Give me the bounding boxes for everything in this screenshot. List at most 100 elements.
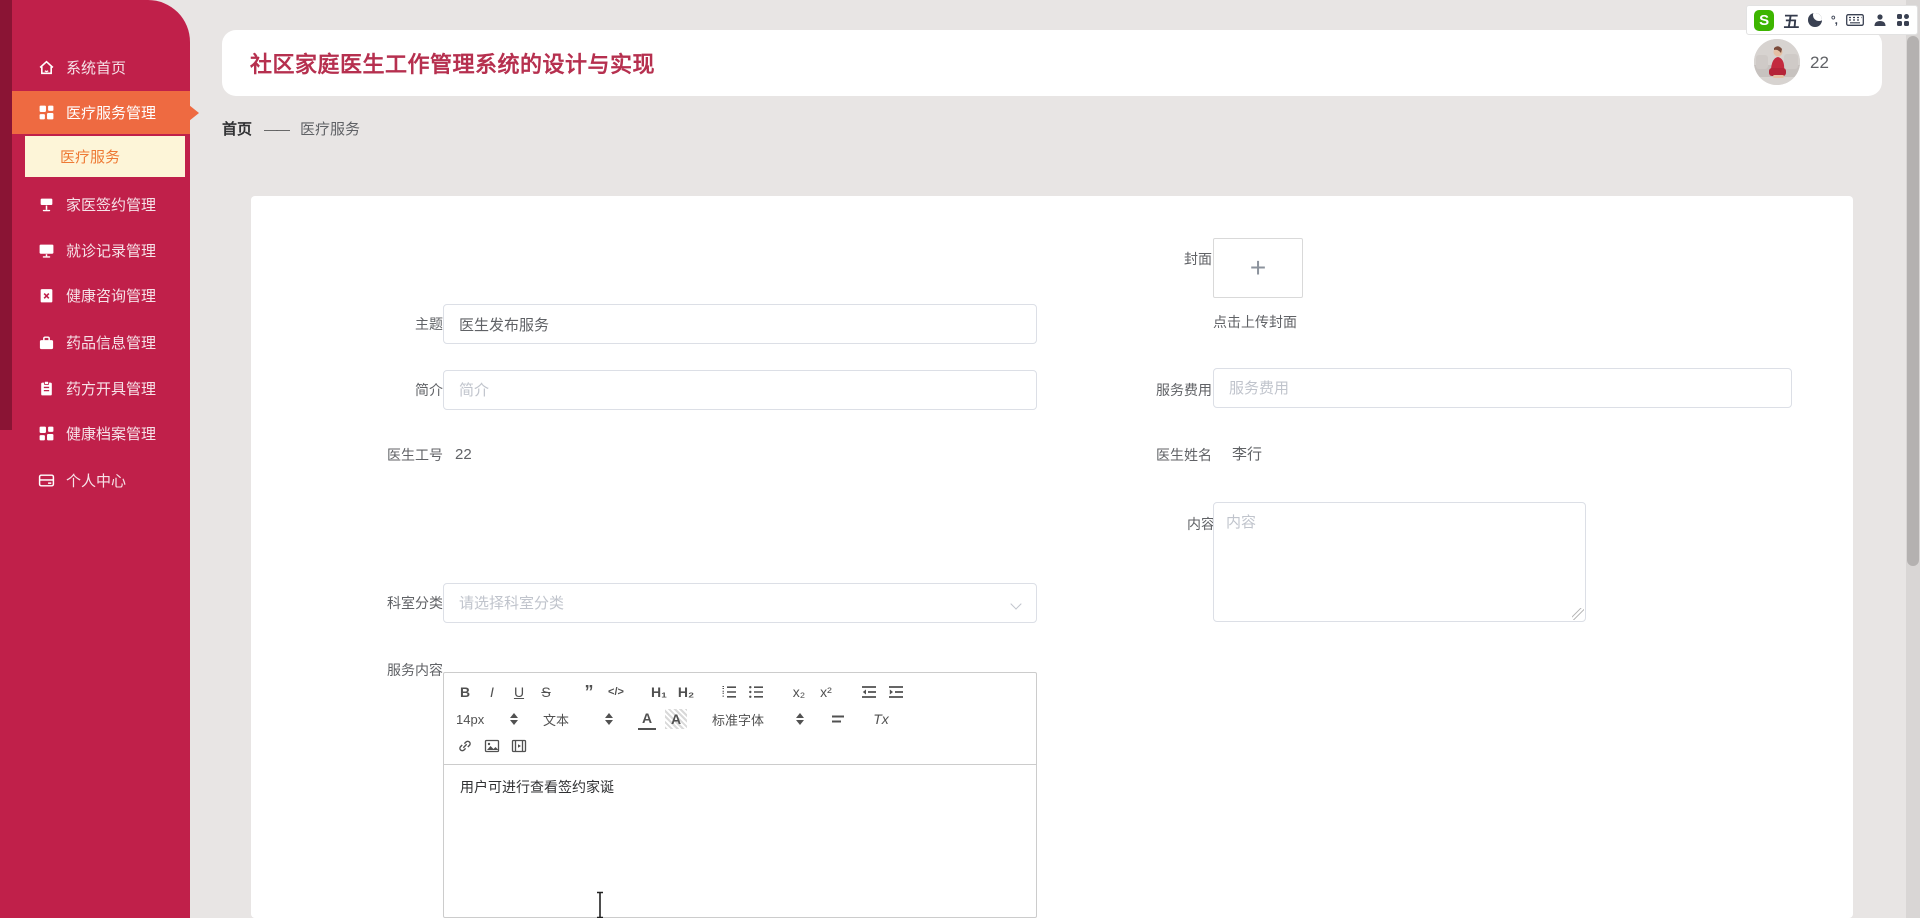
ime-logo-icon[interactable]: S — [1754, 9, 1775, 31]
plus-icon: + — [1249, 252, 1267, 283]
sidebar-item-label: 就诊记录管理 — [66, 242, 157, 260]
video-icon[interactable] — [510, 736, 528, 756]
content-label: 内容 — [1187, 516, 1215, 532]
ime-toolbar: S 五 °, — [1746, 5, 1918, 35]
code-block-button[interactable]: </> — [607, 682, 625, 702]
header: 社区家庭医生工作管理系统的设计与实现 22 — [222, 30, 1882, 96]
scrollbar-thumb[interactable] — [1907, 36, 1919, 566]
sidebar: 系统首页 医疗服务管理 医疗服务 家医签约管理 就诊记录管理 健康咨询管理 药品… — [0, 0, 199, 918]
keyboard-icon[interactable] — [1846, 14, 1864, 26]
doctor-name-value: 李行 — [1232, 446, 1263, 463]
font-family-dropdown[interactable]: 标准字体 — [712, 710, 804, 729]
sidebar-item-label: 药品信息管理 — [66, 334, 157, 352]
service-content-label: 服务内容 — [387, 662, 443, 678]
toolbox-grid-icon[interactable] — [1896, 13, 1910, 27]
form-card: 主题 简介 医生工号 22 科室分类 服务内容 B I U S ” </> — [251, 196, 1853, 918]
user-icon[interactable] — [1873, 13, 1887, 27]
updown-arrows-icon — [510, 713, 518, 725]
underline-button[interactable]: U — [510, 682, 528, 702]
sidebar-subitem-label: 医疗服务 — [60, 149, 121, 166]
outdent-icon[interactable] — [860, 682, 878, 702]
highlight-color-button[interactable]: A — [665, 709, 687, 729]
page-title: 社区家庭医生工作管理系统的设计与实现 — [250, 52, 656, 77]
sidebar-item-health-consult[interactable]: 健康咨询管理 — [12, 272, 190, 318]
strikethrough-button[interactable]: S — [537, 682, 555, 702]
user-id-badge: 22 — [1810, 53, 1829, 72]
textarea-resize-handle[interactable] — [1572, 608, 1584, 620]
grid-icon — [38, 425, 55, 442]
doctor-id-label: 医生工号 — [387, 447, 443, 463]
moon-icon[interactable] — [1808, 13, 1822, 27]
avatar[interactable] — [1754, 39, 1800, 85]
updown-arrows-icon — [605, 713, 613, 725]
heading2-button[interactable]: H₂ — [677, 682, 695, 702]
sidebar-item-visit-records[interactable]: 就诊记录管理 — [12, 227, 190, 273]
breadcrumb-home[interactable]: 首页 — [222, 118, 252, 139]
sidebar-item-medical-service-mgmt[interactable]: 医疗服务管理 — [12, 91, 199, 134]
image-icon[interactable] — [483, 736, 501, 756]
subject-input[interactable] — [443, 304, 1037, 344]
subscript-button[interactable]: x₂ — [790, 682, 808, 702]
sidebar-item-family-doctor-sign[interactable]: 家医签约管理 — [12, 181, 190, 227]
sidebar-item-prescription[interactable]: 药方开具管理 — [12, 365, 190, 411]
italic-button[interactable]: I — [483, 682, 501, 702]
sidebar-item-drug-info[interactable]: 药品信息管理 — [12, 319, 190, 365]
link-icon[interactable] — [456, 736, 474, 756]
superscript-button[interactable]: x² — [817, 682, 835, 702]
sidebar-accent-strip — [0, 0, 12, 430]
intro-label: 简介 — [415, 382, 443, 398]
editor-text: 用户可进行查看签约家诞 — [460, 779, 614, 795]
grid-icon — [38, 104, 55, 121]
doctor-name-label: 医生姓名 — [1156, 447, 1212, 463]
sidebar-item-label: 系统首页 — [66, 59, 127, 77]
blockquote-button[interactable]: ” — [580, 682, 598, 702]
clipboard-x-icon — [38, 287, 55, 304]
breadcrumb: 首页 —— 医疗服务 — [222, 118, 360, 139]
cover-upload-box[interactable]: + — [1213, 238, 1303, 298]
text-cursor-icon — [594, 891, 606, 918]
bullet-list-icon[interactable] — [747, 682, 765, 702]
sidebar-item-label: 健康档案管理 — [66, 425, 157, 443]
updown-arrows-icon — [796, 713, 804, 725]
text-style-dropdown[interactable]: 文本 — [543, 710, 613, 729]
bold-button[interactable]: B — [456, 682, 474, 702]
cover-upload-hint: 点击上传封面 — [1213, 314, 1297, 330]
align-icon[interactable] — [829, 709, 847, 729]
scrollbar-track[interactable] — [1906, 0, 1920, 918]
sidebar-item-label: 健康咨询管理 — [66, 287, 157, 305]
cover-label: 封面 — [1184, 251, 1212, 267]
monitor-icon — [38, 242, 55, 259]
sidebar-item-label: 个人中心 — [66, 472, 127, 490]
fee-label: 服务费用 — [1156, 382, 1212, 398]
breadcrumb-current: 医疗服务 — [300, 121, 361, 138]
breadcrumb-separator: —— — [264, 120, 290, 137]
font-size-dropdown[interactable]: 14px — [456, 712, 518, 727]
ime-punctuation-toggle[interactable]: °, — [1831, 13, 1838, 27]
home-icon — [38, 59, 55, 76]
text-color-button[interactable]: A — [638, 708, 656, 730]
ime-mode-toggle[interactable]: 五 — [1783, 8, 1799, 32]
sidebar-item-health-archive[interactable]: 健康档案管理 — [12, 410, 190, 456]
id-card-icon — [38, 472, 55, 489]
doctor-id-value: 22 — [455, 446, 472, 463]
editor-toolbar: B I U S ” </> H₁ H₂ x₂ x² 14px 文本 A A 标准… — [444, 673, 1036, 765]
fee-input[interactable] — [1213, 368, 1792, 408]
content-textarea[interactable] — [1213, 502, 1586, 622]
department-label: 科室分类 — [387, 595, 443, 611]
department-select[interactable] — [443, 583, 1037, 623]
heading1-button[interactable]: H₁ — [650, 682, 668, 702]
ordered-list-icon[interactable] — [720, 682, 738, 702]
sidebar-subitem-medical-service[interactable]: 医疗服务 — [25, 136, 185, 177]
sidebar-item-label: 药方开具管理 — [66, 380, 157, 398]
indent-icon[interactable] — [887, 682, 905, 702]
sidebar-item-personal-center[interactable]: 个人中心 — [12, 457, 190, 503]
sign-board-icon — [38, 196, 55, 213]
bag-icon — [38, 334, 55, 351]
sidebar-item-label: 家医签约管理 — [66, 196, 157, 214]
clear-format-button[interactable]: Tx — [872, 709, 890, 729]
rich-text-editor: B I U S ” </> H₁ H₂ x₂ x² 14px 文本 A A 标准… — [443, 672, 1037, 918]
intro-input[interactable] — [443, 370, 1037, 410]
subject-label: 主题 — [415, 316, 443, 332]
sidebar-item-system-home[interactable]: 系统首页 — [12, 44, 190, 90]
editor-content-area[interactable]: 用户可进行查看签约家诞 — [444, 765, 1036, 918]
